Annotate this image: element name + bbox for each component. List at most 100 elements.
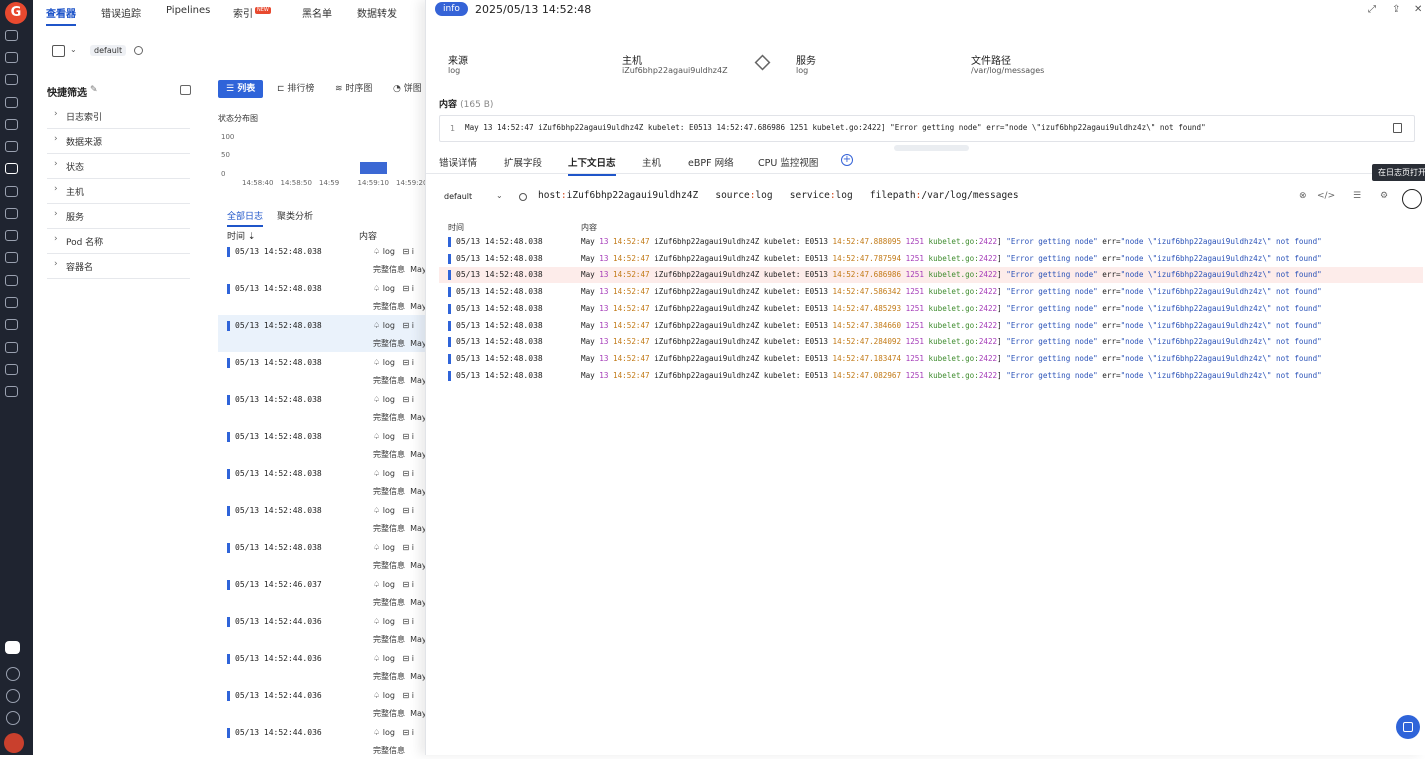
table-row[interactable]: 05/13 14:52:48.038 ♤ log ⊟ i 完整信息 May xyxy=(218,352,428,389)
row-full-info[interactable]: 完整信息 May xyxy=(373,375,427,386)
row-full-info[interactable]: 完整信息 May xyxy=(373,671,427,682)
filter-item[interactable]: › 服务 xyxy=(47,204,190,229)
chevron-down-icon[interactable]: ⌄ xyxy=(496,191,503,200)
filter-item[interactable]: › 容器名 xyxy=(47,254,190,279)
context-log-row[interactable]: 05/13 14:52:48.038 May 13 14:52:47 iZuf6b… xyxy=(439,334,1423,350)
table-row[interactable]: 05/13 14:52:48.038 ♤ log ⊟ i 完整信息 May xyxy=(218,463,428,500)
tab-blacklist[interactable]: 黑名单 xyxy=(302,5,332,20)
row-full-info[interactable]: 完整信息 May xyxy=(373,560,427,571)
meta-source-value[interactable]: log xyxy=(448,66,460,75)
row-full-info[interactable]: 完整信息 May xyxy=(373,634,427,645)
scan-icon[interactable] xyxy=(5,97,18,108)
context-query[interactable]: host:iZuf6bhp22agaui9uldhz4Z source:log … xyxy=(538,190,1019,201)
workspace-icon[interactable] xyxy=(52,45,65,57)
row-full-info[interactable]: 完整信息 May xyxy=(373,301,427,312)
tab-pipelines[interactable]: Pipelines xyxy=(166,5,210,16)
edit-icon[interactable]: ✎ xyxy=(90,85,98,95)
row-full-info[interactable]: 完整信息 May xyxy=(373,338,427,349)
context-log-row[interactable]: 05/13 14:52:48.038 May 13 14:52:47 iZuf6b… xyxy=(439,267,1423,284)
table-row[interactable]: 05/13 14:52:48.038 ♤ log ⊟ i 完整信息 May xyxy=(218,500,428,537)
filter-item[interactable]: › Pod 名称 xyxy=(47,229,190,254)
context-log-row[interactable]: 05/13 14:52:48.038 May 13 14:52:47 iZuf6b… xyxy=(439,318,1423,334)
tab-ebpf-network[interactable]: eBPF 网络 xyxy=(688,155,734,169)
search-icon[interactable] xyxy=(134,46,143,55)
tab-error-tracking[interactable]: 错误追踪 xyxy=(101,5,141,20)
billing-icon[interactable] xyxy=(5,386,18,397)
tab-viewer[interactable]: 查看器 xyxy=(46,5,76,26)
filter-item[interactable]: › 主机 xyxy=(47,179,190,204)
metrics-icon[interactable] xyxy=(5,141,18,152)
add-tab-icon[interactable]: + xyxy=(841,154,853,166)
discord-icon[interactable] xyxy=(5,641,20,654)
expand-icon[interactable]: ⤢ xyxy=(1368,4,1376,15)
code-icon[interactable]: </> xyxy=(1317,191,1335,201)
row-full-info[interactable]: 完整信息 xyxy=(373,745,410,756)
row-full-info[interactable]: 完整信息 May xyxy=(373,708,427,719)
search-icon[interactable] xyxy=(5,30,18,41)
filter-icon[interactable] xyxy=(5,186,18,197)
row-full-info[interactable]: 完整信息 May xyxy=(373,412,427,423)
apps-icon[interactable] xyxy=(5,119,18,130)
workspace-badge[interactable]: default xyxy=(90,45,127,56)
table-row[interactable]: 05/13 14:52:46.037 ♤ log ⊟ i 完整信息 May xyxy=(218,574,428,611)
menu-icon[interactable]: ☰ xyxy=(1353,191,1361,201)
tab-ranking[interactable]: ⊏ 排行榜 xyxy=(277,80,314,98)
monitor-icon[interactable] xyxy=(5,52,18,63)
table-row[interactable]: 05/13 14:52:48.038 ♤ log ⊟ i 完整信息 May xyxy=(218,315,428,352)
tab-cpu-monitor[interactable]: CPU 监控视图 xyxy=(758,155,818,169)
avatar[interactable] xyxy=(4,733,24,753)
export-icon[interactable]: ⇪ xyxy=(1392,4,1400,15)
user-icon[interactable] xyxy=(6,667,20,681)
table-row[interactable]: 05/13 14:52:48.038 ♤ log ⊟ i 完整信息 May xyxy=(218,241,428,278)
table-row[interactable]: 05/13 14:52:48.038 ♤ log ⊟ i 完整信息 May xyxy=(218,389,428,426)
row-full-info[interactable]: 完整信息 May xyxy=(373,449,427,460)
tab-all-logs[interactable]: 全部日志 xyxy=(227,209,264,227)
clear-icon[interactable]: ⊗ xyxy=(1299,191,1307,201)
tab-host[interactable]: 主机 xyxy=(642,155,661,169)
context-log-row[interactable]: 05/13 14:52:48.038 May 13 14:52:47 iZuf6b… xyxy=(439,368,1423,384)
tab-list[interactable]: ☰ 列表 xyxy=(218,80,264,98)
meta-filepath-value[interactable]: /var/log/messages xyxy=(971,66,1044,75)
send-icon[interactable] xyxy=(6,689,20,703)
row-full-info[interactable]: 完整信息 May xyxy=(373,597,427,608)
filter-item[interactable]: › 状态 xyxy=(47,154,190,179)
context-log-row[interactable]: 05/13 14:52:48.038 May 13 14:52:47 iZuf6b… xyxy=(439,284,1423,300)
table-row[interactable]: 05/13 14:52:48.038 ♤ log ⊟ i 完整信息 May xyxy=(218,537,428,574)
tab-data-forwarding[interactable]: 数据转发 xyxy=(357,5,397,20)
table-row[interactable]: 05/13 14:52:44.036 ♤ log ⊟ i 完整信息 May xyxy=(218,611,428,648)
settings-icon[interactable] xyxy=(5,364,18,375)
open-in-logs-icon[interactable] xyxy=(1402,189,1422,209)
context-log-row[interactable]: 05/13 14:52:48.038 May 13 14:52:47 iZuf6b… xyxy=(439,301,1423,317)
chevron-down-icon[interactable]: ⌄ xyxy=(70,45,77,54)
filter-item[interactable]: › 数据来源 xyxy=(47,129,190,154)
shield-icon[interactable] xyxy=(5,275,18,286)
table-row[interactable]: 05/13 14:52:48.038 ♤ log ⊟ i 完整信息 May xyxy=(218,426,428,463)
tab-context-logs[interactable]: 上下文日志 xyxy=(568,155,616,176)
brand-logo[interactable]: G xyxy=(5,2,27,24)
chart-bar[interactable] xyxy=(359,162,387,174)
tab-pie[interactable]: ◔ 饼图 xyxy=(393,80,422,98)
row-full-info[interactable]: 完整信息 May xyxy=(373,486,427,497)
grid-icon[interactable] xyxy=(5,208,18,219)
logs-icon[interactable] xyxy=(5,163,18,174)
table-row[interactable]: 05/13 14:52:44.036 ♤ log ⊟ i 完整信息 May xyxy=(218,648,428,685)
package-icon[interactable] xyxy=(5,342,18,353)
table-row[interactable]: 05/13 14:52:48.038 ♤ log ⊟ i 完整信息 May xyxy=(218,278,428,315)
dashboard-icon[interactable] xyxy=(5,74,18,85)
meta-service-value[interactable]: log xyxy=(796,66,808,75)
gear-icon[interactable]: ⚙ xyxy=(1380,191,1388,201)
storage-icon[interactable] xyxy=(5,319,18,330)
collapse-icon[interactable] xyxy=(180,85,191,95)
security-icon[interactable] xyxy=(5,252,18,263)
tab-index[interactable]: 索引 xyxy=(233,5,253,20)
row-full-info[interactable]: 完整信息 May xyxy=(373,264,427,275)
tab-cluster-analysis[interactable]: 聚类分析 xyxy=(277,209,313,222)
cluster-icon[interactable] xyxy=(5,230,18,241)
context-log-row[interactable]: 05/13 14:52:48.038 May 13 14:52:47 iZuf6b… xyxy=(439,251,1423,267)
database-icon[interactable] xyxy=(5,297,18,308)
context-log-row[interactable]: 05/13 14:52:48.038 May 13 14:52:47 iZuf6b… xyxy=(439,234,1423,250)
meta-host-value[interactable]: iZuf6bhp22agaui9uldhz4Z xyxy=(622,66,728,75)
help-icon[interactable] xyxy=(6,711,20,725)
tab-timeseries[interactable]: ≋ 时序图 xyxy=(335,80,372,98)
context-log-row[interactable]: 05/13 14:52:48.038 May 13 14:52:47 iZuf6b… xyxy=(439,351,1423,367)
